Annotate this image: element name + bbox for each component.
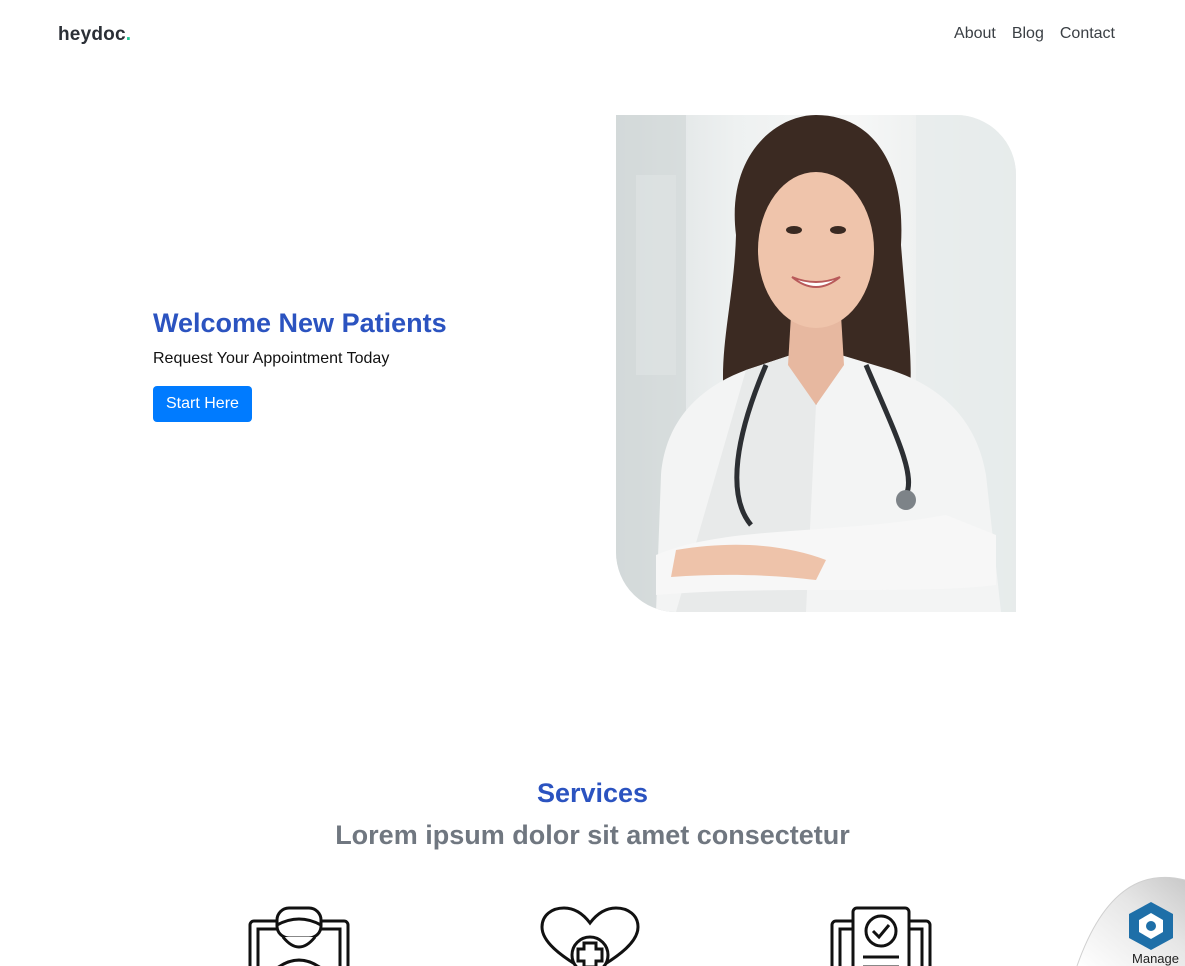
page: heydoc. About Blog Contact Welcome New P…	[0, 0, 1185, 966]
hero-title: Welcome New Patients	[153, 308, 447, 338]
nav-link-contact[interactable]: Contact	[1060, 25, 1115, 43]
brand-logo[interactable]: heydoc.	[58, 24, 131, 46]
doctor-photo	[616, 115, 1016, 612]
nav-link-about[interactable]: About	[954, 25, 996, 43]
manage-widget[interactable]: Manage	[1075, 866, 1185, 966]
start-here-button[interactable]: Start Here	[153, 386, 252, 422]
clipboard-check-icon	[830, 906, 932, 966]
doctor-tablet-icon	[248, 906, 350, 966]
doctor-illustration	[616, 115, 1016, 612]
nav-link-blog[interactable]: Blog	[1012, 25, 1044, 43]
nav-links: About Blog Contact	[954, 25, 1115, 43]
heart-medical-icon	[540, 906, 640, 966]
hero-section: Welcome New Patients Request Your Appoin…	[153, 306, 447, 422]
hero-subtitle: Request Your Appointment Today	[153, 350, 390, 367]
services-title: Services	[536, 778, 649, 808]
brand-dot: .	[125, 24, 132, 45]
manage-label[interactable]: Manage	[1132, 951, 1179, 966]
brand-name: heydoc	[58, 24, 126, 45]
navbar: heydoc. About Blog Contact	[0, 0, 1185, 72]
services-subtitle: Lorem ipsum dolor sit amet consectetur	[335, 820, 850, 850]
